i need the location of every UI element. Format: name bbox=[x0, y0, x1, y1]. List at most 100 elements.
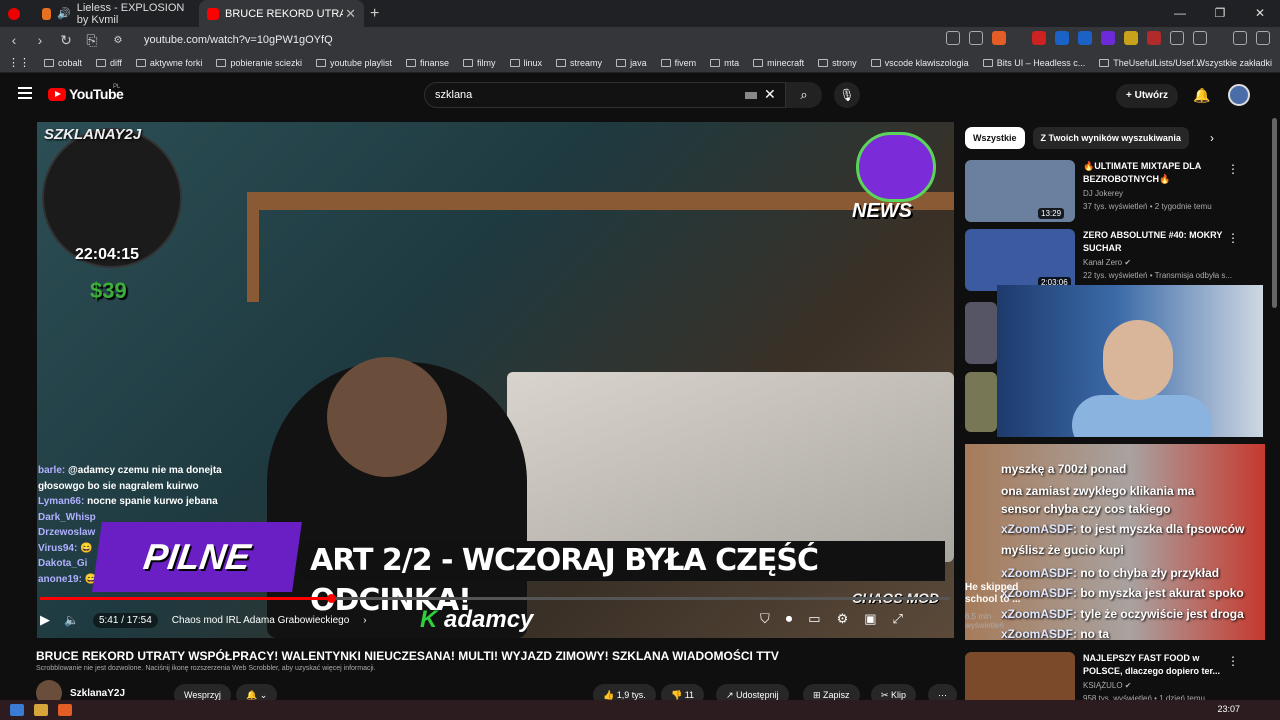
hamburger-menu-icon[interactable] bbox=[18, 87, 32, 99]
miniplayer-icon[interactable]: ▣ bbox=[864, 611, 876, 627]
thumbnail[interactable] bbox=[965, 302, 997, 364]
rec-meta: 37 tys. wyświetleń • 2 tygodnie temu bbox=[1083, 202, 1212, 211]
bookmark-folder[interactable]: java bbox=[616, 58, 647, 68]
rec-title[interactable]: ZERO ABSOLUTNE #40: MOKRY SUCHAR bbox=[1083, 229, 1223, 255]
rec-title[interactable]: 🔥ULTIMATE MIXTAPE DLA BEZROBOTNYCH🔥 bbox=[1083, 160, 1223, 186]
bookmark-folder[interactable]: minecraft bbox=[753, 58, 804, 68]
bookmark-item[interactable]: pobieranie sciezki bbox=[216, 58, 302, 68]
reload-icon[interactable]: ↻ bbox=[58, 32, 74, 49]
more-vert-icon[interactable]: ⋮ bbox=[1227, 654, 1239, 668]
bookmark-item[interactable]: youtube playlist bbox=[315, 58, 392, 68]
site-info-icon[interactable]: ⚙ bbox=[110, 35, 126, 46]
extension-icon[interactable] bbox=[1032, 31, 1046, 45]
bookmark-icon[interactable]: ⎘ bbox=[84, 32, 100, 49]
extension-icon[interactable] bbox=[1124, 31, 1138, 45]
mic-icon: 🎙 bbox=[839, 88, 855, 102]
explorer-icon[interactable] bbox=[34, 704, 48, 716]
brave-taskbar-icon[interactable] bbox=[58, 704, 72, 716]
search-input[interactable]: szklana bbox=[424, 82, 786, 108]
fullscreen-icon[interactable]: ⤢ bbox=[893, 611, 903, 627]
scrollbar[interactable] bbox=[1272, 118, 1277, 308]
channel-name[interactable]: SzklanaY2J bbox=[70, 688, 125, 699]
windows-start-icon[interactable] bbox=[10, 704, 24, 716]
chip-all[interactable]: Wszystkie bbox=[965, 127, 1025, 149]
tab-music[interactable]: 🔊 Lieless - EXPLOSION by Kvmil bbox=[34, 0, 199, 27]
bookmark-folder[interactable]: mta bbox=[710, 58, 739, 68]
bookmark-item[interactable]: Bits UI – Headless c... bbox=[982, 58, 1085, 68]
video-bed-frame bbox=[247, 192, 954, 302]
minimap-title: SZKLANAY2J bbox=[44, 126, 142, 143]
chevron-right-icon[interactable]: › bbox=[1210, 131, 1214, 145]
bookmark-item[interactable]: aktywne forki bbox=[135, 58, 202, 68]
extension-icon[interactable] bbox=[1078, 31, 1092, 45]
overlay-money: $39 bbox=[90, 278, 127, 303]
close-window-button[interactable]: ✕ bbox=[1240, 0, 1280, 27]
clear-search-icon[interactable]: ✕ bbox=[764, 86, 776, 103]
keyboard-icon[interactable] bbox=[745, 92, 757, 99]
shield-icon[interactable]: ⛉ bbox=[760, 611, 770, 627]
rec-channel[interactable]: Kanał Zero ✔ bbox=[1083, 258, 1131, 267]
thumbnail[interactable] bbox=[965, 372, 997, 432]
speaker-icon[interactable]: 🔊 bbox=[57, 7, 71, 20]
create-button[interactable]: + Utwórz bbox=[1116, 84, 1178, 108]
pilne-badge: PILNE bbox=[92, 522, 302, 592]
recommendation-item[interactable]: 2:03:06 ZERO ABSOLUTNE #40: MOKRY SUCHAR… bbox=[965, 229, 1265, 293]
bookmark-folder[interactable]: filmy bbox=[463, 58, 496, 68]
rec-title[interactable]: NAJLEPSZY FAST FOOD w POLSCE, dlaczego d… bbox=[1083, 652, 1223, 678]
extension-icon[interactable] bbox=[1147, 31, 1161, 45]
rec-channel[interactable]: KSIĄŻULO ✔ bbox=[1083, 681, 1132, 690]
progress-bar[interactable] bbox=[40, 594, 950, 603]
extension-icon[interactable] bbox=[1055, 31, 1069, 45]
autoplay-toggle[interactable]: ⏺ bbox=[786, 611, 793, 627]
play-icon[interactable]: ▶ bbox=[40, 612, 50, 628]
forward-icon[interactable]: › bbox=[32, 32, 48, 48]
all-bookmarks[interactable]: Wszystkie zakładki bbox=[1196, 58, 1272, 68]
more-vert-icon[interactable]: ⋮ bbox=[1227, 162, 1239, 176]
chapter-title[interactable]: Chaos mod IRL Adama Grabowieckiego bbox=[172, 615, 350, 626]
bookmark-item[interactable]: TheUsefulLists/Usef... bbox=[1099, 58, 1201, 68]
bookmark-item[interactable]: diff bbox=[96, 58, 122, 68]
chat-line: Lyman66: nocne spanie kurwo jebana bbox=[38, 496, 218, 507]
bookmark-item[interactable]: cobalt bbox=[44, 58, 82, 68]
media-icon[interactable] bbox=[1233, 31, 1247, 45]
restore-button[interactable]: ❐ bbox=[1200, 0, 1240, 27]
back-icon[interactable]: ‹ bbox=[6, 32, 22, 48]
filter-chips: Wszystkie Z Twoich wyników wyszukiwania bbox=[965, 127, 1189, 149]
youtube-play-icon bbox=[48, 87, 66, 101]
cast-icon[interactable] bbox=[946, 31, 960, 45]
brave-shield-icon[interactable] bbox=[992, 31, 1006, 45]
chip-from-search[interactable]: Z Twoich wyników wyszukiwania bbox=[1032, 127, 1189, 149]
bookmark-folder[interactable]: fivem bbox=[660, 58, 696, 68]
url-field[interactable]: youtube.com/watch?v=10gPW1gOYfQ bbox=[144, 34, 333, 46]
apps-icon[interactable]: ⋮⋮ bbox=[8, 56, 30, 69]
puzzle-icon[interactable] bbox=[1170, 31, 1184, 45]
recommendation-item[interactable]: 13:29 🔥ULTIMATE MIXTAPE DLA BEZROBOTNYCH… bbox=[965, 160, 1265, 224]
voice-search-button[interactable]: 🎙 bbox=[834, 82, 860, 108]
sidebar-icon[interactable] bbox=[1193, 31, 1207, 45]
extension-icon[interactable] bbox=[1101, 31, 1115, 45]
volume-icon[interactable]: 🔈 bbox=[64, 613, 79, 627]
bookmark-folder[interactable]: linux bbox=[509, 58, 542, 68]
subtitles-icon[interactable]: ▭ bbox=[808, 611, 820, 627]
share-icon[interactable] bbox=[969, 31, 983, 45]
tab-favicon bbox=[207, 7, 219, 20]
minimize-button[interactable]: — bbox=[1160, 0, 1200, 27]
settings-gear-icon[interactable]: ⚙ bbox=[837, 611, 849, 627]
rec-channel[interactable]: DJ Jokerey bbox=[1083, 189, 1123, 198]
browser-icon[interactable] bbox=[8, 7, 20, 20]
tab-video[interactable]: BRUCE REKORD UTRATY WSPÓŁ ✕ bbox=[199, 0, 364, 27]
more-vert-icon[interactable]: ⋮ bbox=[1227, 231, 1239, 245]
search-button[interactable]: ⌕ bbox=[786, 82, 822, 108]
bookmark-item[interactable]: vscode klawiszologia bbox=[870, 58, 969, 68]
bookmark-folder[interactable]: streamy bbox=[556, 58, 602, 68]
overlay-clock: 22:04:15 bbox=[75, 246, 140, 263]
bookmark-folder[interactable]: strony bbox=[818, 58, 857, 68]
bookmark-folder[interactable]: finanse bbox=[406, 58, 449, 68]
notifications-bell-icon[interactable]: 🔔 bbox=[1193, 87, 1210, 104]
close-tab-icon[interactable]: ✕ bbox=[345, 6, 356, 22]
hidden-rec-title[interactable]: He skipped school to ... bbox=[965, 582, 1025, 606]
new-tab-button[interactable]: + bbox=[370, 5, 379, 23]
menu-icon[interactable] bbox=[1256, 31, 1270, 45]
chapter-chevron-icon[interactable]: › bbox=[363, 615, 366, 626]
avatar[interactable] bbox=[1228, 84, 1250, 106]
